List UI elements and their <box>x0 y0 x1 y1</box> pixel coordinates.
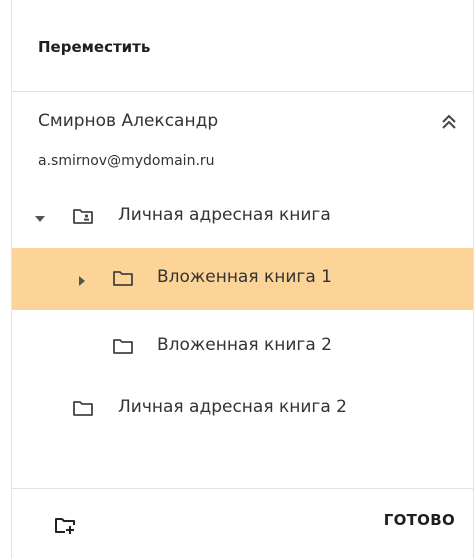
tree-item-personal-book[interactable]: Личная адресная книга <box>12 186 473 248</box>
folder-icon <box>112 268 134 288</box>
tree-item-label: Личная адресная книга 2 <box>118 397 347 417</box>
caret-down-icon[interactable] <box>34 210 46 222</box>
done-button[interactable]: ГОТОВО <box>384 511 455 529</box>
account-name: Смирнов Александр <box>38 111 219 131</box>
dialog-header: Переместить <box>12 0 473 92</box>
double-chevron-up-icon[interactable] <box>439 112 459 132</box>
tree-item-label: Личная адресная книга <box>118 205 331 225</box>
folder-icon <box>72 398 94 418</box>
tree-item-nested-book-2[interactable]: Вложенная книга 2 <box>12 316 473 378</box>
tree-item-label: Вложенная книга 2 <box>157 335 332 355</box>
caret-right-icon[interactable] <box>76 272 88 286</box>
tree-item-label: Вложенная книга 1 <box>157 267 332 287</box>
tree-item-nested-book-1[interactable]: Вложенная книга 1 <box>12 248 473 310</box>
folder-plus-icon[interactable] <box>54 515 76 535</box>
tree-item-personal-book-2[interactable]: Личная адресная книга 2 <box>12 378 473 440</box>
folder-shared-icon <box>72 206 94 226</box>
move-dialog: Переместить Смирнов Александр a.smirnov@… <box>11 0 474 558</box>
folder-icon <box>112 336 134 356</box>
account-email: a.smirnov@mydomain.ru <box>38 153 215 169</box>
dialog-title: Переместить <box>38 38 151 56</box>
dialog-footer: ГОТОВО <box>12 488 473 558</box>
